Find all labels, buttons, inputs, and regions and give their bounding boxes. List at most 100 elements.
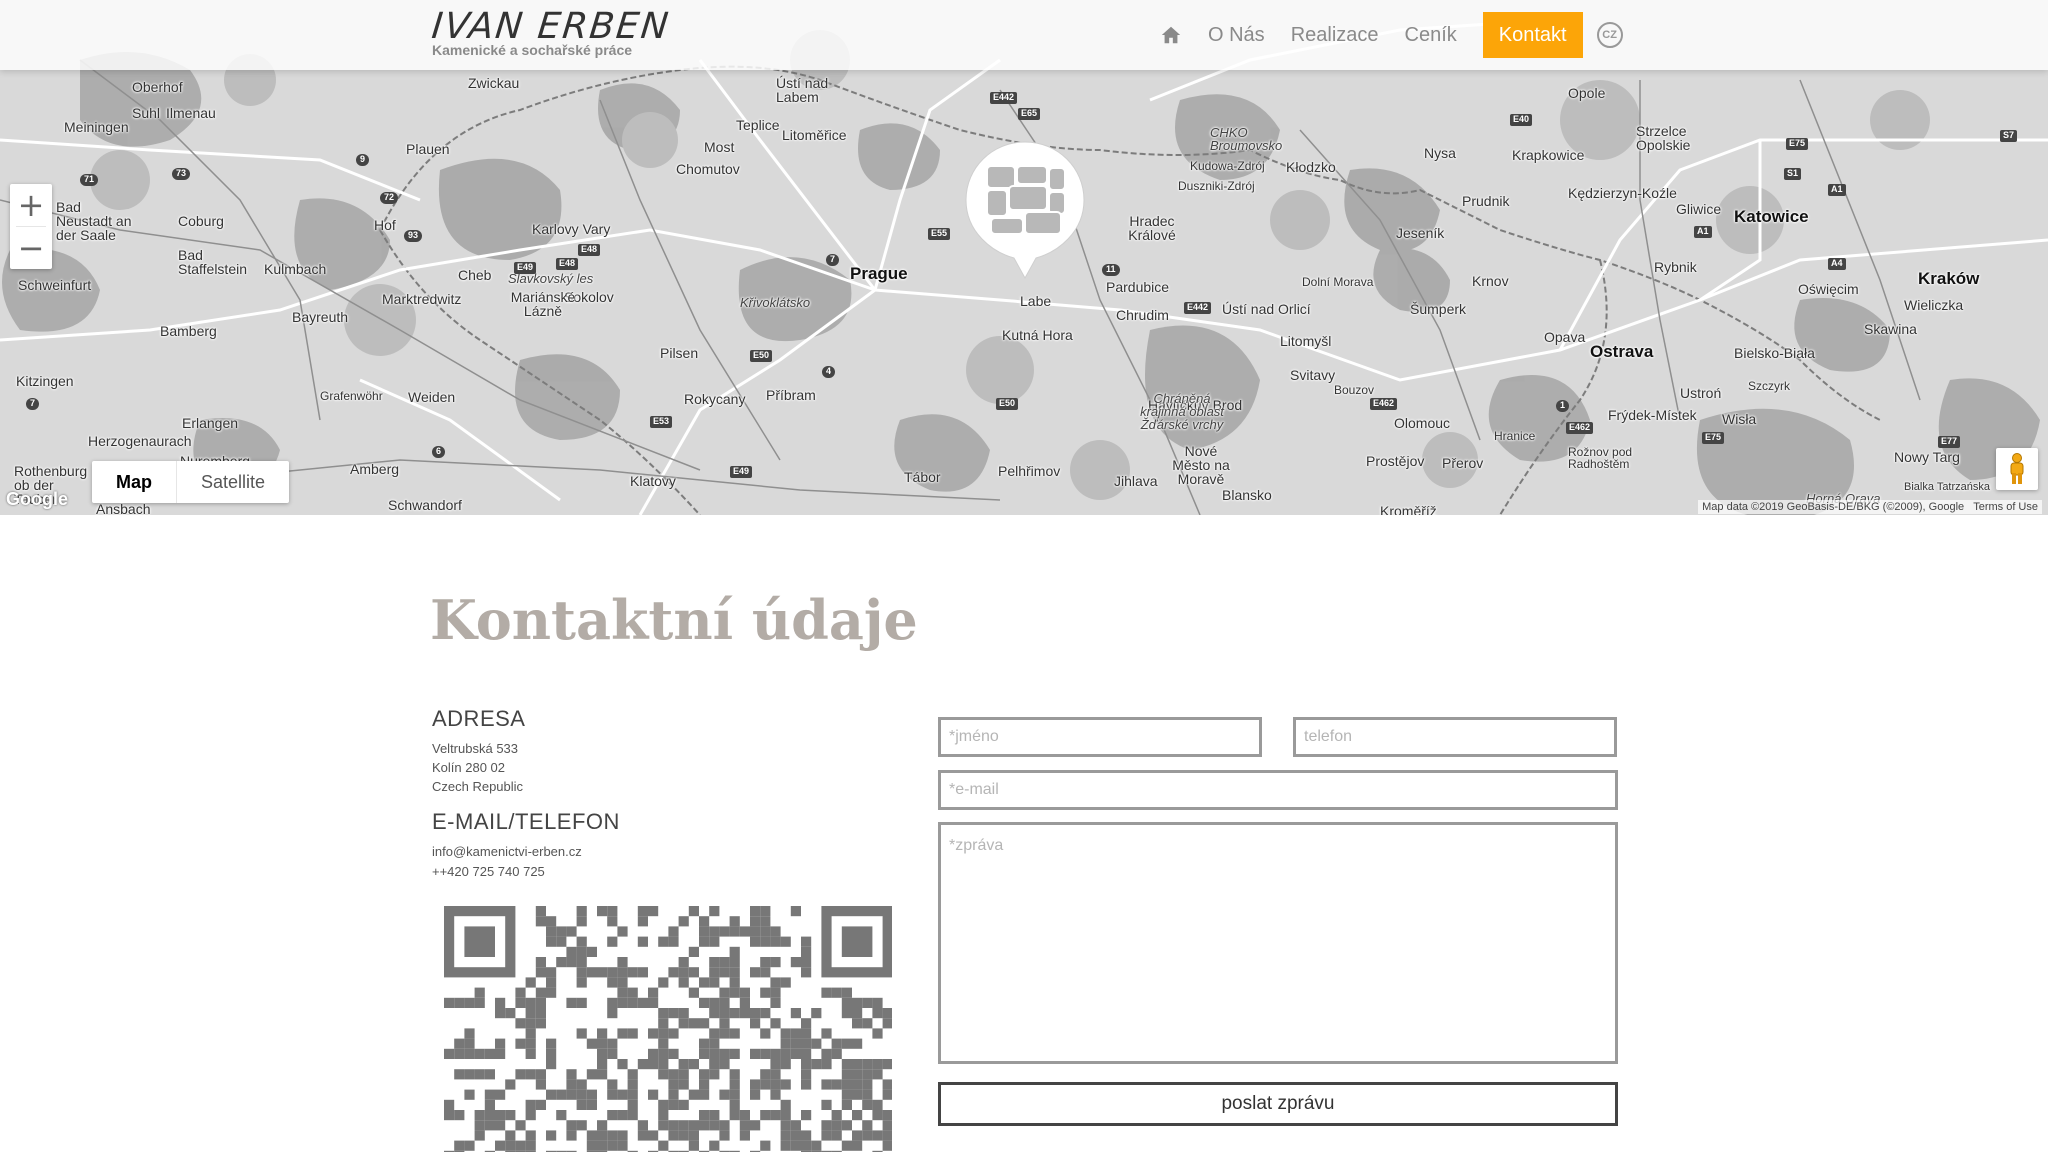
map-label-city: Hradec Králové xyxy=(1128,213,1176,243)
map-label-city: Amberg xyxy=(350,461,400,477)
map-label-city: Litoměřice xyxy=(782,127,847,143)
zoom-in-button[interactable]: + xyxy=(10,184,52,226)
site-header: IVAN ERBEN Kamenické a sochařské práce O… xyxy=(0,0,2048,70)
map-type-satellite-button[interactable]: Satellite xyxy=(177,461,289,503)
map-label-city: Bouzov xyxy=(1334,383,1375,397)
map-road-shield: E442 xyxy=(1184,302,1212,314)
map-label-city: Tábor xyxy=(904,469,941,485)
phone-link[interactable]: ++420 725 740 725 xyxy=(432,864,545,879)
map-label-city: Erlangen xyxy=(182,415,239,431)
map-label-city: Chrudim xyxy=(1116,307,1169,323)
map-road-shield: A1 xyxy=(1828,184,1846,196)
map-label-city: Frýdek-Místek xyxy=(1608,407,1697,423)
page-title: Kontaktní údaje xyxy=(430,588,918,652)
nav-item-realizace[interactable]: Realizace xyxy=(1291,24,1379,47)
terms-of-use-link[interactable]: Terms of Use xyxy=(1973,501,2038,513)
language-switch[interactable]: CZ xyxy=(1596,22,1623,48)
map-road-shield: E65 xyxy=(1018,108,1041,120)
map-label-city: Cheb xyxy=(458,267,492,283)
map-label-city: Jihlava xyxy=(1114,473,1158,489)
map-label-city: Opava xyxy=(1544,329,1586,345)
map-label-city: Oberhof xyxy=(132,79,183,95)
map-label-city: Karlovy Vary xyxy=(532,221,611,237)
location-marker[interactable] xyxy=(962,140,1088,286)
map-road-shield: S7 xyxy=(2000,130,2018,142)
name-field[interactable] xyxy=(938,717,1262,757)
email-link[interactable]: info@kamenictvi-erben.cz xyxy=(432,844,582,859)
map-label-city: Pelhřimov xyxy=(998,463,1061,479)
map-label-city: Plauen xyxy=(406,141,450,157)
map-road-shield: 72 xyxy=(380,192,399,204)
map-label-city: Rožnov pod Radhoštěm xyxy=(1568,445,1633,471)
map-label-city: Blansko xyxy=(1222,487,1272,503)
map-label-city: Gliwice xyxy=(1676,201,1722,217)
map-label-city: Bialka Tatrzańska xyxy=(1904,481,1991,493)
map-road-shield: E442 xyxy=(990,92,1018,104)
map-road-shield: 73 xyxy=(172,168,191,180)
zoom-out-button[interactable]: − xyxy=(10,227,52,269)
nav-item-kontakt[interactable]: Kontakt xyxy=(1482,12,1583,58)
pegman-icon xyxy=(2010,453,2024,484)
map-zoom-control: + − xyxy=(10,184,52,269)
map-label-city: Jeseník xyxy=(1396,225,1445,241)
google-logo[interactable]: Google xyxy=(6,489,68,510)
map-road-shield: E49 xyxy=(514,262,537,274)
map-road-shield: 71 xyxy=(80,174,99,186)
map-label-city: Kitzingen xyxy=(16,373,74,389)
map-road-shield: E48 xyxy=(556,258,579,270)
map-label-city: Hranice xyxy=(1494,429,1536,443)
map-road-shield: E55 xyxy=(928,228,951,240)
map-road-shield: 1 xyxy=(1556,400,1570,412)
map-label-city: Příbram xyxy=(766,387,816,403)
map-road-shield: E50 xyxy=(750,350,773,362)
map-label-city: Kroměříž xyxy=(1380,503,1437,515)
map-label-city-major: Katowice xyxy=(1734,207,1809,226)
map-label-park: CHKO Broumovsko xyxy=(1210,125,1283,153)
map-label-city: Kutná Hora xyxy=(1002,327,1073,343)
map-label-park: Křivoklátsko xyxy=(740,295,811,310)
map-label-city: Ústí nad Orlicí xyxy=(1222,301,1311,317)
address-line: Czech Republic xyxy=(432,779,524,794)
address-heading: ADRESA xyxy=(432,706,526,731)
map-label-city: Prostějov xyxy=(1366,453,1425,469)
map-label-city: Pilsen xyxy=(660,345,699,361)
map-label-city: Oświęcim xyxy=(1798,281,1859,297)
map-label-city: Bad Staffelstein xyxy=(178,247,248,277)
send-message-button[interactable]: poslat zprávu xyxy=(938,1082,1618,1126)
map-type-control: Map Satellite xyxy=(92,461,290,503)
map-label-city: Chomutov xyxy=(676,161,740,177)
location-map[interactable]: Zwickau Ústí nad Labem Opole Teplice Lit… xyxy=(0,0,2048,515)
map-label-city: Dolní Morava xyxy=(1302,275,1374,289)
map-label-city: Strzelce Opolskie xyxy=(1636,123,1691,153)
message-field[interactable] xyxy=(938,822,1618,1064)
map-label-city: Coburg xyxy=(178,213,224,229)
map-road-shield: E462 xyxy=(1370,398,1398,410)
street-view-button[interactable] xyxy=(1996,448,2038,490)
map-label-city: Klatovy xyxy=(630,473,676,489)
map-label-city: Olomouc xyxy=(1394,415,1451,431)
map-label-city: Weiden xyxy=(408,389,456,405)
phone-field[interactable] xyxy=(1293,717,1617,757)
map-label-park: Chráněná krajinná oblast Žďárské vrchy xyxy=(1140,391,1224,432)
logo-name[interactable]: IVAN ERBEN xyxy=(430,6,672,47)
map-road-shield: E75 xyxy=(1702,432,1725,444)
map-road-shield: E50 xyxy=(996,398,1019,410)
map-label-city: Ustroń xyxy=(1680,385,1722,401)
map-label-city: Hof xyxy=(374,217,396,233)
map-label-city: Nysa xyxy=(1424,145,1456,161)
map-road-shield: 7 xyxy=(26,398,40,410)
nav-item-o-nas[interactable]: O Nás xyxy=(1208,24,1265,47)
map-label-city: Krnov xyxy=(1472,273,1509,289)
map-label-city: Prudnik xyxy=(1462,193,1510,209)
map-label-city: Labe xyxy=(1020,293,1052,309)
main-nav: O Nás Realizace Ceník Kontakt CZ xyxy=(1160,12,1623,58)
map-label-city: Herzogenaurach xyxy=(88,433,192,449)
map-label-city: Litomyšl xyxy=(1280,333,1332,349)
map-label-city: Ansbach xyxy=(96,501,151,515)
nav-item-cenik[interactable]: Ceník xyxy=(1405,24,1457,47)
map-road-shield: E49 xyxy=(730,466,753,478)
home-icon[interactable] xyxy=(1160,24,1182,46)
email-field[interactable] xyxy=(938,770,1618,810)
stone-tiles-icon xyxy=(986,165,1066,235)
map-type-map-button[interactable]: Map xyxy=(92,461,176,503)
